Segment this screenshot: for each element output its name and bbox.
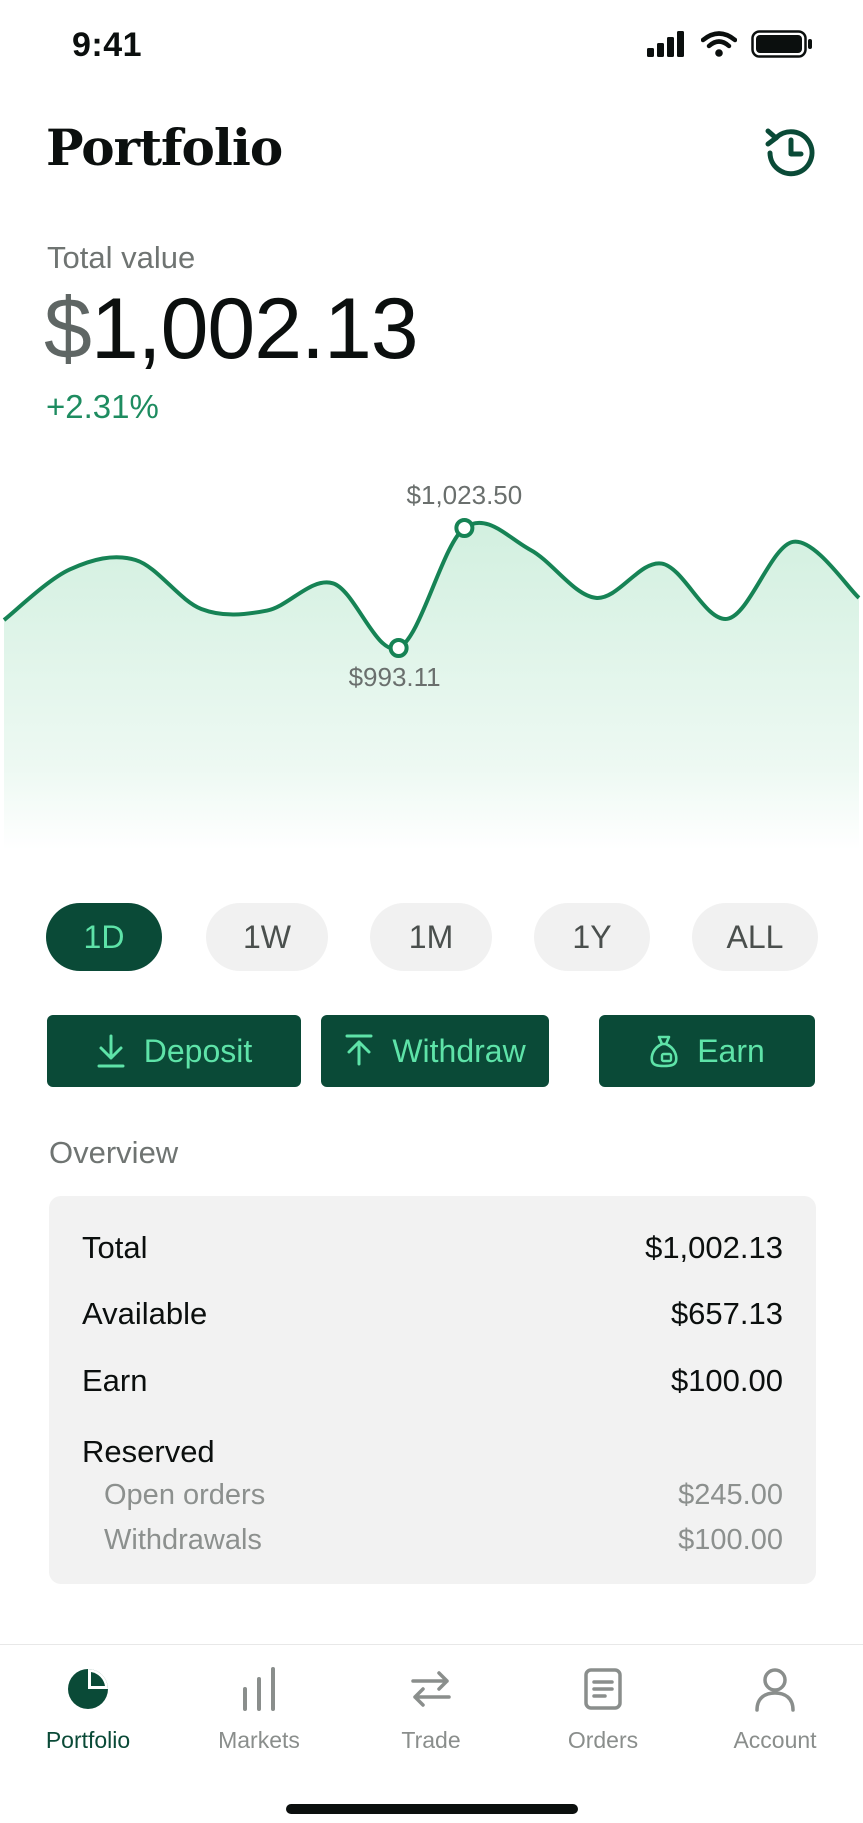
range-1m[interactable]: 1M [370,903,492,971]
overview-row-available: Available $657.13 [82,1296,783,1332]
tab-portfolio-label: Portfolio [45,1727,131,1753]
tab-bar: Portfolio Markets Trade Orders Account [0,1644,863,1823]
chart-high-label: $1,023.50 [406,480,523,510]
overview-reserved-label: Reserved [82,1434,215,1469]
overview-total-value: $1,002.13 [645,1230,783,1265]
history-button[interactable] [760,122,822,184]
chart-svg [2,518,861,850]
tab-markets[interactable]: Markets [173,1645,345,1775]
battery-icon [751,30,812,58]
wifi-icon [701,31,737,57]
status-time: 9:41 [72,26,143,64]
overview-open-orders-value: $245.00 [678,1479,783,1511]
overview-card: Total $1,002.13 Available $657.13 Earn $… [49,1196,816,1584]
overview-row-open-orders: Open orders $245.00 [104,1479,783,1512]
overview-available-label: Available [82,1296,208,1331]
overview-open-orders-label: Open orders [104,1479,266,1511]
overview-withdrawals-label: Withdrawals [104,1524,262,1556]
user-icon [755,1668,795,1712]
pie-chart-icon [68,1669,108,1709]
swap-arrows-icon [411,1671,451,1707]
deposit-label: Deposit [143,1032,253,1069]
arrow-up-icon [345,1034,373,1066]
chart-low-label: $993.11 [348,662,441,692]
overview-total-label: Total [82,1230,148,1265]
overview-row-withdrawals: Withdrawals $100.00 [104,1524,783,1557]
arrow-down-icon [97,1034,125,1068]
time-range-selector: 1D 1W 1M 1Y ALL [46,903,818,973]
document-list-icon [584,1668,622,1710]
earn-button[interactable]: Earn [599,1015,815,1087]
history-clock-icon [765,128,815,177]
tab-trade[interactable]: Trade [345,1645,517,1775]
total-amount: 1,002.13 [90,281,419,377]
withdraw-button[interactable]: Withdraw [321,1015,549,1087]
signal-icon [647,31,684,57]
tab-portfolio[interactable]: Portfolio [2,1645,174,1775]
tab-orders-label: Orders [567,1727,639,1753]
tab-markets-label: Markets [218,1727,300,1753]
tab-account[interactable]: Account [689,1645,861,1775]
status-bar: 9:41 [0,0,863,100]
total-value-label: Total value [47,240,196,275]
change-percent: +2.31% [46,388,159,425]
total-value-amount: $1,002.13 [44,280,419,379]
overview-title: Overview [49,1135,179,1170]
tab-account-label: Account [733,1727,817,1753]
range-1y[interactable]: 1Y [534,903,650,971]
overview-available-value: $657.13 [670,1296,783,1331]
earn-label: Earn [697,1032,765,1069]
range-1d[interactable]: 1D [46,903,162,971]
currency-symbol: $ [44,281,92,377]
withdraw-label: Withdraw [392,1032,526,1069]
overview-row-reserved: Reserved [82,1434,783,1470]
tab-orders[interactable]: Orders [517,1645,689,1775]
overview-row-total: Total $1,002.13 [82,1230,783,1266]
chart-low-point [388,638,409,658]
tab-trade-label: Trade [401,1727,461,1753]
home-indicator [286,1804,578,1814]
overview-earn-label: Earn [82,1363,148,1398]
chart-high-point [454,518,475,538]
range-all[interactable]: ALL [692,903,818,971]
action-buttons: Deposit Withdraw Earn [47,1015,815,1089]
status-icons [647,30,813,58]
overview-withdrawals-value: $100.00 [678,1524,783,1556]
money-bag-icon [650,1035,678,1068]
page-title: Portfolio [46,118,283,177]
portfolio-chart[interactable]: $1,023.50 $993.11 [0,470,863,850]
range-1w[interactable]: 1W [206,903,328,971]
deposit-button[interactable]: Deposit [47,1015,301,1087]
bar-chart-icon [243,1667,275,1711]
overview-row-earn: Earn $100.00 [82,1363,783,1399]
overview-earn-value: $100.00 [670,1363,783,1398]
